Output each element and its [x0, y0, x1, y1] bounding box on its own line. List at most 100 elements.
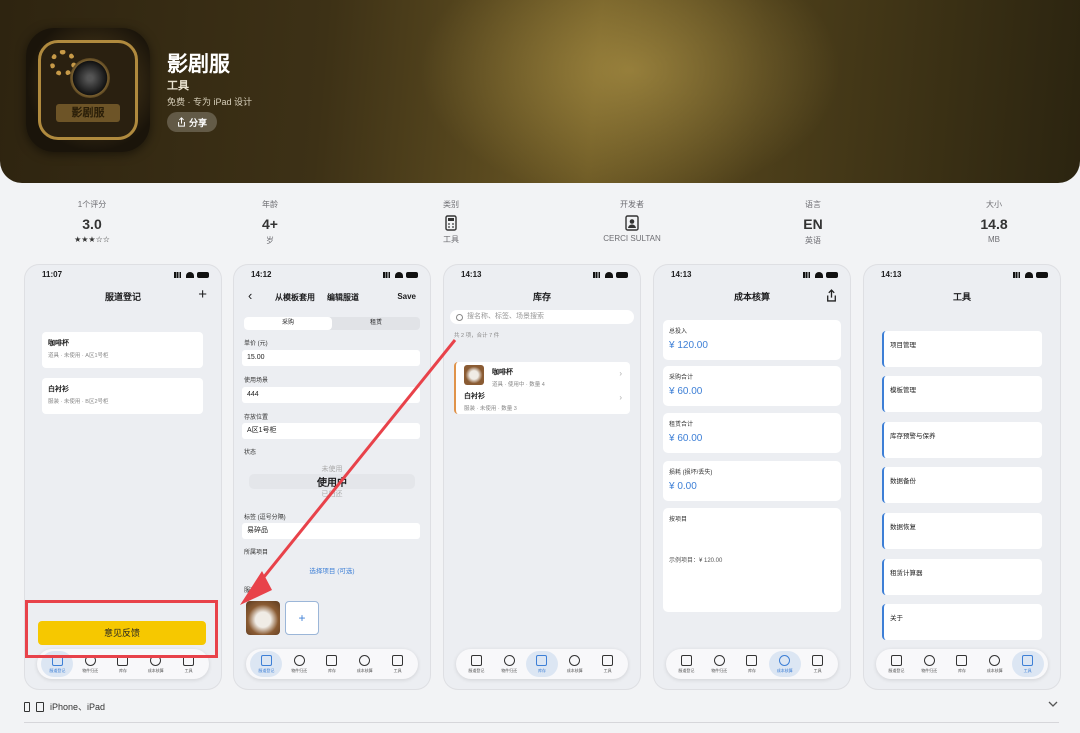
share-button[interactable]: 分享 [167, 112, 217, 132]
screenshot-tools[interactable]: 14:13 工具 项目管理 模板管理 库存预警与保养 数据备份 数据恢复 租赁计… [864, 265, 1060, 689]
tab-label: 工具 [1023, 667, 1032, 673]
tool-item-templates[interactable]: 模板管理 [882, 376, 1042, 412]
tab-label: 工具 [184, 667, 193, 673]
tab-cost[interactable]: 成本核算 [349, 651, 381, 677]
tab-label: 库存 [957, 667, 966, 673]
list-item[interactable]: 咖啡杯 道具 · 使用中 · 数量 4 [492, 367, 545, 388]
cost-label: 采购合计 [669, 375, 694, 381]
search-placeholder: 搜名称、标签、场景搜索 [467, 313, 544, 320]
tab-inventory[interactable]: 库存 [946, 651, 978, 677]
stat-size-value: 14.8 [980, 216, 1008, 232]
search-icon [456, 313, 463, 321]
photo-thumbnail[interactable] [246, 601, 280, 635]
tab-register[interactable]: 服道登记 [670, 651, 702, 677]
tab-tools[interactable]: 工具 [802, 651, 834, 677]
tab-cost[interactable]: 成本核算 [768, 651, 801, 677]
screenshot-cost[interactable]: 14:13 成本核算 总投入 ¥ 120.00 采购合计 ¥ 60.00 租赁合计 ¥… [654, 265, 850, 689]
price-input[interactable]: 15.00 [242, 350, 420, 366]
tool-item-restore[interactable]: 数据恢复 [882, 513, 1042, 549]
stat-category[interactable]: 类别 工具 [391, 199, 511, 245]
tags-input[interactable]: 易碎品 [242, 523, 420, 539]
tab-label: 成本核算 [356, 667, 373, 673]
device-label: iPhone、iPad [50, 702, 106, 712]
save-button[interactable]: Save [397, 292, 416, 301]
tab-return[interactable]: 物件归还 [913, 651, 945, 677]
photo-label: 服道照片 [244, 588, 269, 594]
segment-rent[interactable]: 租赁 [332, 317, 420, 330]
tab-label: 服道登记 [678, 667, 695, 673]
tab-register[interactable]: 服道登记 [250, 651, 283, 677]
cycle-icon [713, 654, 725, 666]
divider [24, 722, 1059, 723]
tab-return[interactable]: 物件归还 [703, 651, 735, 677]
list-item[interactable]: 白衬衫 服装 · 未使用 · 数量 3 [464, 391, 517, 412]
app-category[interactable]: 工具 [167, 77, 189, 93]
tab-return[interactable]: 物件归还 [283, 651, 315, 677]
search-input[interactable]: 搜名称、标签、场景搜索 [450, 310, 634, 324]
select-project-link[interactable]: 选择项目 (可选) [234, 565, 430, 575]
stat-size: 大小 14.8 MB [934, 199, 1054, 244]
screenshot-edit[interactable]: 14:12 ‹ 从模板套用 编辑服道 Save 采购 租赁 单价 (元) 15.… [234, 265, 430, 689]
item-name: 白衬衫 [464, 393, 485, 400]
tags-label: 标签 (逗号分隔) [244, 515, 286, 521]
item-name: 白衬衫 [48, 386, 69, 393]
cost-label: 按项目 [669, 517, 688, 523]
back-chevron-icon[interactable]: ‹ [248, 288, 252, 303]
list-item[interactable]: 咖啡杯 道具 · 未使用 · A区1号柜 [42, 332, 203, 368]
tab-label: 库存 [118, 667, 127, 673]
tab-cost[interactable]: 成本核算 [979, 651, 1011, 677]
apply-template-link[interactable]: 从模板套用 [275, 292, 315, 303]
add-photo-button[interactable]: + [285, 601, 319, 635]
status-time: 11:07 [42, 270, 63, 279]
app-icon-label: 影剧服 [56, 104, 120, 122]
tool-item-projects[interactable]: 项目管理 [882, 331, 1042, 367]
box-icon [956, 654, 968, 666]
tab-label: 工具 [603, 667, 612, 673]
tab-label: 服道登记 [258, 667, 275, 673]
add-icon[interactable]: + [198, 286, 207, 303]
tool-item-rent-calculator[interactable]: 租赁计算器 [882, 559, 1042, 595]
tool-item-stock-alert[interactable]: 库存预警与保养 [882, 422, 1042, 458]
tab-register[interactable]: 服道登记 [460, 651, 492, 677]
status-picker[interactable]: 未使用 使用中 已归还 [249, 464, 415, 498]
tab-inventory[interactable]: 库存 [525, 651, 558, 677]
segment-purchase[interactable]: 采购 [244, 317, 332, 330]
scene-input[interactable]: 444 [242, 387, 420, 403]
item-meta: 服装 · 未使用 · B区2号柜 [48, 399, 109, 405]
chevron-down-icon[interactable] [1047, 698, 1059, 710]
tools-icon [812, 654, 824, 666]
inventory-summary: 共 2 项，合计 7 件 [454, 333, 500, 339]
battery-icon [1036, 272, 1048, 278]
stat-rating-label: 1个评分 [77, 200, 107, 209]
tab-inventory[interactable]: 库存 [316, 651, 348, 677]
device-compat-row[interactable]: iPhone、iPad [24, 698, 1059, 724]
stat-size-label: 大小 [986, 200, 1002, 209]
stat-developer[interactable]: 开发者 CERCI SULTAN [572, 199, 692, 243]
list-item[interactable]: 白衬衫 服装 · 未使用 · B区2号柜 [42, 378, 203, 414]
share-icon[interactable] [826, 289, 837, 302]
stat-language-value: EN [803, 216, 823, 232]
tool-item-about[interactable]: 关于 [882, 604, 1042, 640]
tab-inventory[interactable]: 库存 [736, 651, 768, 677]
box-icon [536, 654, 548, 666]
signal-icon [593, 272, 602, 278]
tab-tools[interactable]: 工具 [1011, 651, 1044, 677]
tab-register[interactable]: 服道登记 [880, 651, 912, 677]
tool-item-backup[interactable]: 数据备份 [882, 467, 1042, 503]
stat-age-sub: 岁 [266, 236, 274, 245]
feedback-button[interactable]: 意见反馈 [38, 621, 206, 645]
chevron-right-icon: › [619, 369, 622, 378]
tab-tools[interactable]: 工具 [592, 651, 624, 677]
signal-icon [803, 272, 812, 278]
screenshot-inventory[interactable]: 14:13 库存 搜名称、标签、场景搜索 共 2 项，合计 7 件 咖啡杯 道具… [444, 265, 640, 689]
stat-rating[interactable]: 1个评分 3.0 ★★★☆☆ [32, 199, 152, 244]
person-icon [625, 215, 639, 231]
wifi-icon [395, 272, 403, 278]
tab-label: 服道登记 [888, 667, 905, 673]
cost-rent-card: 租赁合计 ¥ 60.00 [663, 413, 841, 453]
tab-tools[interactable]: 工具 [382, 651, 414, 677]
location-input[interactable]: A区1号柜 [242, 423, 420, 439]
tab-cost[interactable]: 成本核算 [559, 651, 591, 677]
tools-icon [392, 654, 404, 666]
tab-return[interactable]: 物件归还 [493, 651, 525, 677]
